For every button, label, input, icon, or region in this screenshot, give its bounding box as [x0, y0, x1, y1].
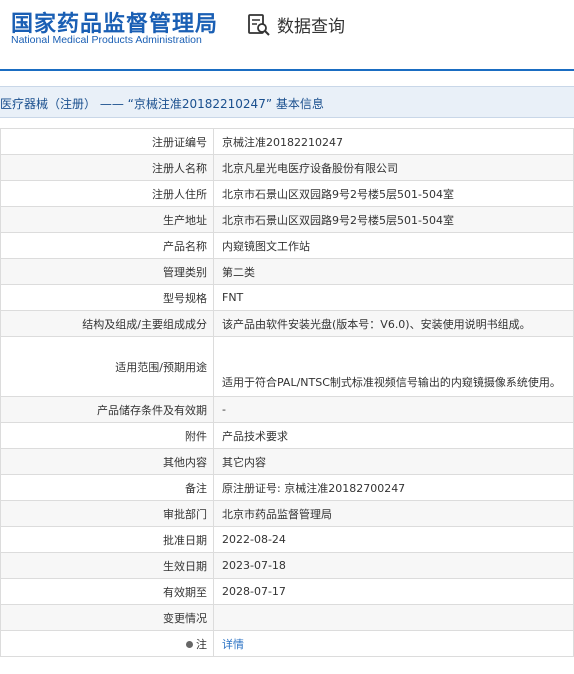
row-label: 附件 [0, 422, 214, 449]
row-value: 该产品由软件安装光盘(版本号：V6.0)、安装使用说明书组成。 [213, 310, 574, 337]
row-label: 审批部门 [0, 500, 214, 527]
row-value: 北京市石景山区双园路9号2号楼5层501-504室 [213, 180, 574, 207]
note-label-cell: 注 [0, 630, 214, 657]
row-value: 适用于符合PAL/NTSC制式标准视频信号输出的内窥镜摄像系统使用。 [213, 336, 574, 397]
row-value: 其它内容 [213, 448, 574, 475]
table-row: 适用范围/预期用途 适用于符合PAL/NTSC制式标准视频信号输出的内窥镜摄像系… [0, 336, 574, 397]
data-query-label: 数据查询 [277, 17, 345, 37]
data-query-link[interactable]: 数据查询 [247, 12, 345, 37]
row-value: 内窥镜图文工作站 [213, 232, 574, 259]
row-value [213, 604, 574, 631]
registration-info-table: 注册证编号 京械注准20182210247 注册人名称 北京凡星光电医疗设备股份… [0, 128, 574, 657]
row-label: 批准日期 [0, 526, 214, 553]
table-row: 管理类别 第二类 [0, 258, 574, 285]
row-label: 备注 [0, 474, 214, 501]
table-row: 其他内容 其它内容 [0, 448, 574, 475]
row-value: 北京凡星光电医疗设备股份有限公司 [213, 154, 574, 181]
row-value: - [213, 396, 574, 423]
row-label: 有效期至 [0, 578, 214, 605]
row-label: 管理类别 [0, 258, 214, 285]
bullet-icon [186, 641, 193, 648]
row-value: 第二类 [213, 258, 574, 285]
table-row: 注 详情 [0, 630, 574, 657]
table-row: 结构及组成/主要组成成分 该产品由软件安装光盘(版本号：V6.0)、安装使用说明… [0, 310, 574, 337]
row-label: 其他内容 [0, 448, 214, 475]
row-label: 结构及组成/主要组成成分 [0, 310, 214, 337]
table-row: 附件 产品技术要求 [0, 422, 574, 449]
table-row: 变更情况 [0, 604, 574, 631]
table-row: 批准日期 2022-08-24 [0, 526, 574, 553]
row-label: 注册人住所 [0, 180, 214, 207]
table-row: 型号规格 FNT [0, 284, 574, 311]
row-label: 注 [196, 637, 207, 651]
row-value: 2022-08-24 [213, 526, 574, 553]
row-label: 适用范围/预期用途 [0, 336, 214, 397]
table-row: 产品储存条件及有效期 - [0, 396, 574, 423]
row-value: FNT [213, 284, 574, 311]
table-row: 产品名称 内窥镜图文工作站 [0, 232, 574, 259]
section-header: 医疗器械（注册） —— “京械注准20182210247” 基本信息 [0, 86, 574, 118]
row-label: 注册证编号 [0, 128, 214, 155]
logo-english[interactable]: National Medical Products Administration [11, 34, 202, 46]
document-search-icon [247, 13, 271, 37]
row-value: 2023-07-18 [213, 552, 574, 579]
row-value: 详情 [213, 630, 574, 657]
row-value: 北京市药品监督管理局 [213, 500, 574, 527]
table-row: 注册人住所 北京市石景山区双园路9号2号楼5层501-504室 [0, 180, 574, 207]
table-row: 生产地址 北京市石景山区双园路9号2号楼5层501-504室 [0, 206, 574, 233]
row-label: 产品储存条件及有效期 [0, 396, 214, 423]
row-label: 生产地址 [0, 206, 214, 233]
row-value: 2028-07-17 [213, 578, 574, 605]
row-value: 京械注准20182210247 [213, 128, 574, 155]
row-label: 变更情况 [0, 604, 214, 631]
table-row: 备注 原注册证号: 京械注准20182700247 [0, 474, 574, 501]
table-row: 生效日期 2023-07-18 [0, 552, 574, 579]
table-row: 审批部门 北京市药品监督管理局 [0, 500, 574, 527]
header-divider [0, 69, 574, 71]
detail-link[interactable]: 详情 [222, 638, 244, 651]
section-title: 医疗器械（注册） —— “京械注准20182210247” 基本信息 [0, 97, 324, 111]
table-row: 有效期至 2028-07-17 [0, 578, 574, 605]
row-value: 北京市石景山区双园路9号2号楼5层501-504室 [213, 206, 574, 233]
row-value: 产品技术要求 [213, 422, 574, 449]
row-label: 型号规格 [0, 284, 214, 311]
row-label: 注册人名称 [0, 154, 214, 181]
table-row: 注册证编号 京械注准20182210247 [0, 128, 574, 155]
table-row: 注册人名称 北京凡星光电医疗设备股份有限公司 [0, 154, 574, 181]
row-label: 生效日期 [0, 552, 214, 579]
row-label: 产品名称 [0, 232, 214, 259]
site-header: 国家药品监督管理局 National Medical Products Admi… [0, 0, 574, 72]
row-value: 原注册证号: 京械注准20182700247 [213, 474, 574, 501]
